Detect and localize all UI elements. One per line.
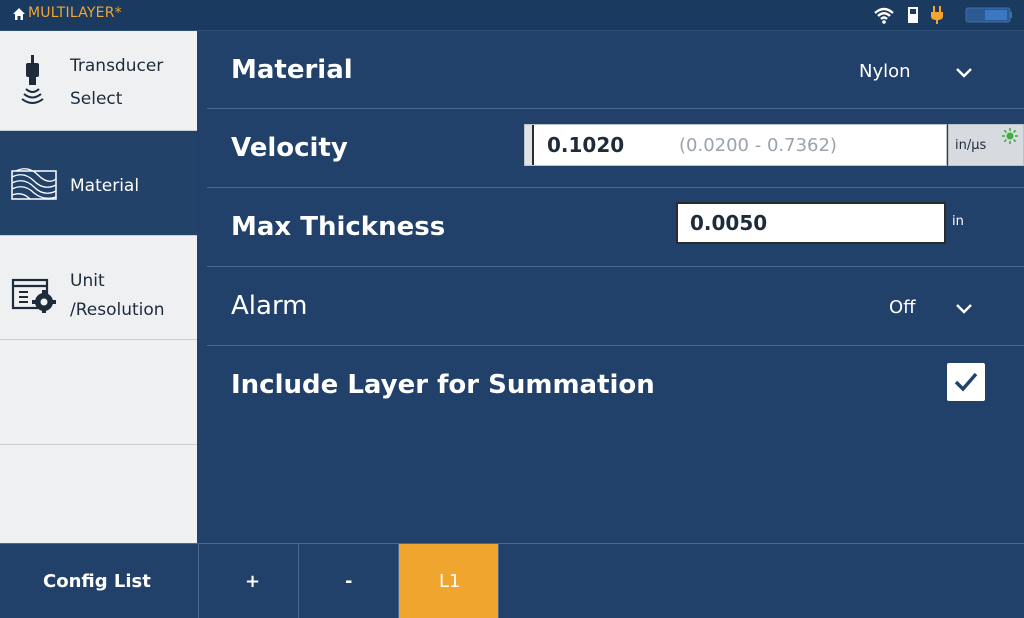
- velocity-label: Velocity: [231, 133, 348, 163]
- input-cursor-marker: [525, 125, 534, 165]
- summation-row: Include Layer for Summation: [207, 346, 1024, 425]
- transducer-icon: [21, 55, 44, 104]
- max-thickness-unit: in: [952, 214, 964, 229]
- sidebar-item-label: /Resolution: [70, 300, 165, 320]
- sidebar: Transducer Select Material Unit /Resolut…: [0, 31, 197, 543]
- checkmark-icon: [954, 372, 978, 392]
- sidebar-item-material[interactable]: Material: [0, 131, 197, 236]
- max-thickness-input[interactable]: 0.0050: [676, 202, 946, 244]
- add-layer-label: +: [245, 571, 261, 592]
- velocity-unit: in/μs: [955, 138, 987, 153]
- unit-settings-icon: [11, 278, 56, 313]
- bottom-toolbar: Config List + - L1: [0, 543, 1024, 618]
- material-icon: [11, 168, 57, 200]
- sidebar-item-transducer-select[interactable]: Transducer Select: [0, 31, 197, 131]
- summation-checkbox[interactable]: [947, 363, 985, 401]
- material-value[interactable]: Nylon: [859, 61, 911, 82]
- layer-tab-l1[interactable]: L1: [399, 544, 499, 618]
- settings-panel: Material Nylon Velocity 0.1020 (0.0200 -…: [199, 31, 1024, 543]
- sidebar-item-label: Unit: [70, 271, 105, 291]
- usb-icon: [908, 7, 918, 23]
- chevron-down-icon[interactable]: [955, 303, 973, 315]
- battery-icon: [965, 7, 1012, 23]
- power-plug-icon: [931, 6, 943, 24]
- sidebar-item-unit-resolution[interactable]: Unit /Resolution: [0, 236, 197, 340]
- alarm-label: Alarm: [231, 291, 308, 321]
- remove-layer-button[interactable]: -: [299, 544, 399, 618]
- sidebar-item-label: Select: [70, 89, 123, 109]
- material-label: Material: [231, 55, 353, 85]
- velocity-range: (0.0200 - 0.7362): [679, 135, 837, 156]
- sidebar-item-empty: [0, 340, 197, 445]
- app-window: MULTILAYER* Transducer Select Material U…: [0, 0, 1024, 618]
- wifi-icon: [874, 7, 894, 24]
- velocity-input[interactable]: 0.1020 (0.0200 - 0.7362): [524, 124, 947, 166]
- home-icon[interactable]: [12, 7, 26, 21]
- remove-layer-label: -: [345, 571, 353, 592]
- velocity-unit-button[interactable]: in/μs: [948, 124, 1024, 166]
- sidebar-item-empty: [0, 445, 197, 543]
- status-bar: MULTILAYER*: [0, 0, 1024, 31]
- config-list-button[interactable]: Config List: [0, 544, 199, 618]
- gear-icon: [1002, 128, 1018, 144]
- chevron-down-icon[interactable]: [955, 67, 973, 79]
- add-layer-button[interactable]: +: [199, 544, 299, 618]
- alarm-row[interactable]: Alarm Off: [207, 267, 1024, 346]
- layer-tab-label: L1: [439, 571, 461, 592]
- app-title: MULTILAYER*: [28, 5, 122, 21]
- max-thickness-row: Max Thickness 0.0050 in: [207, 188, 1024, 267]
- alarm-value[interactable]: Off: [889, 297, 916, 318]
- max-thickness-label: Max Thickness: [231, 212, 446, 242]
- summation-label: Include Layer for Summation: [231, 370, 655, 400]
- velocity-row: Velocity 0.1020 (0.0200 - 0.7362) in/μs: [207, 109, 1024, 188]
- sidebar-item-label: Material: [70, 176, 140, 196]
- config-list-label: Config List: [43, 571, 151, 592]
- material-row[interactable]: Material Nylon: [207, 31, 1024, 109]
- velocity-value: 0.1020: [547, 133, 625, 157]
- max-thickness-value: 0.0050: [690, 211, 768, 235]
- sidebar-item-label: Transducer: [70, 56, 164, 76]
